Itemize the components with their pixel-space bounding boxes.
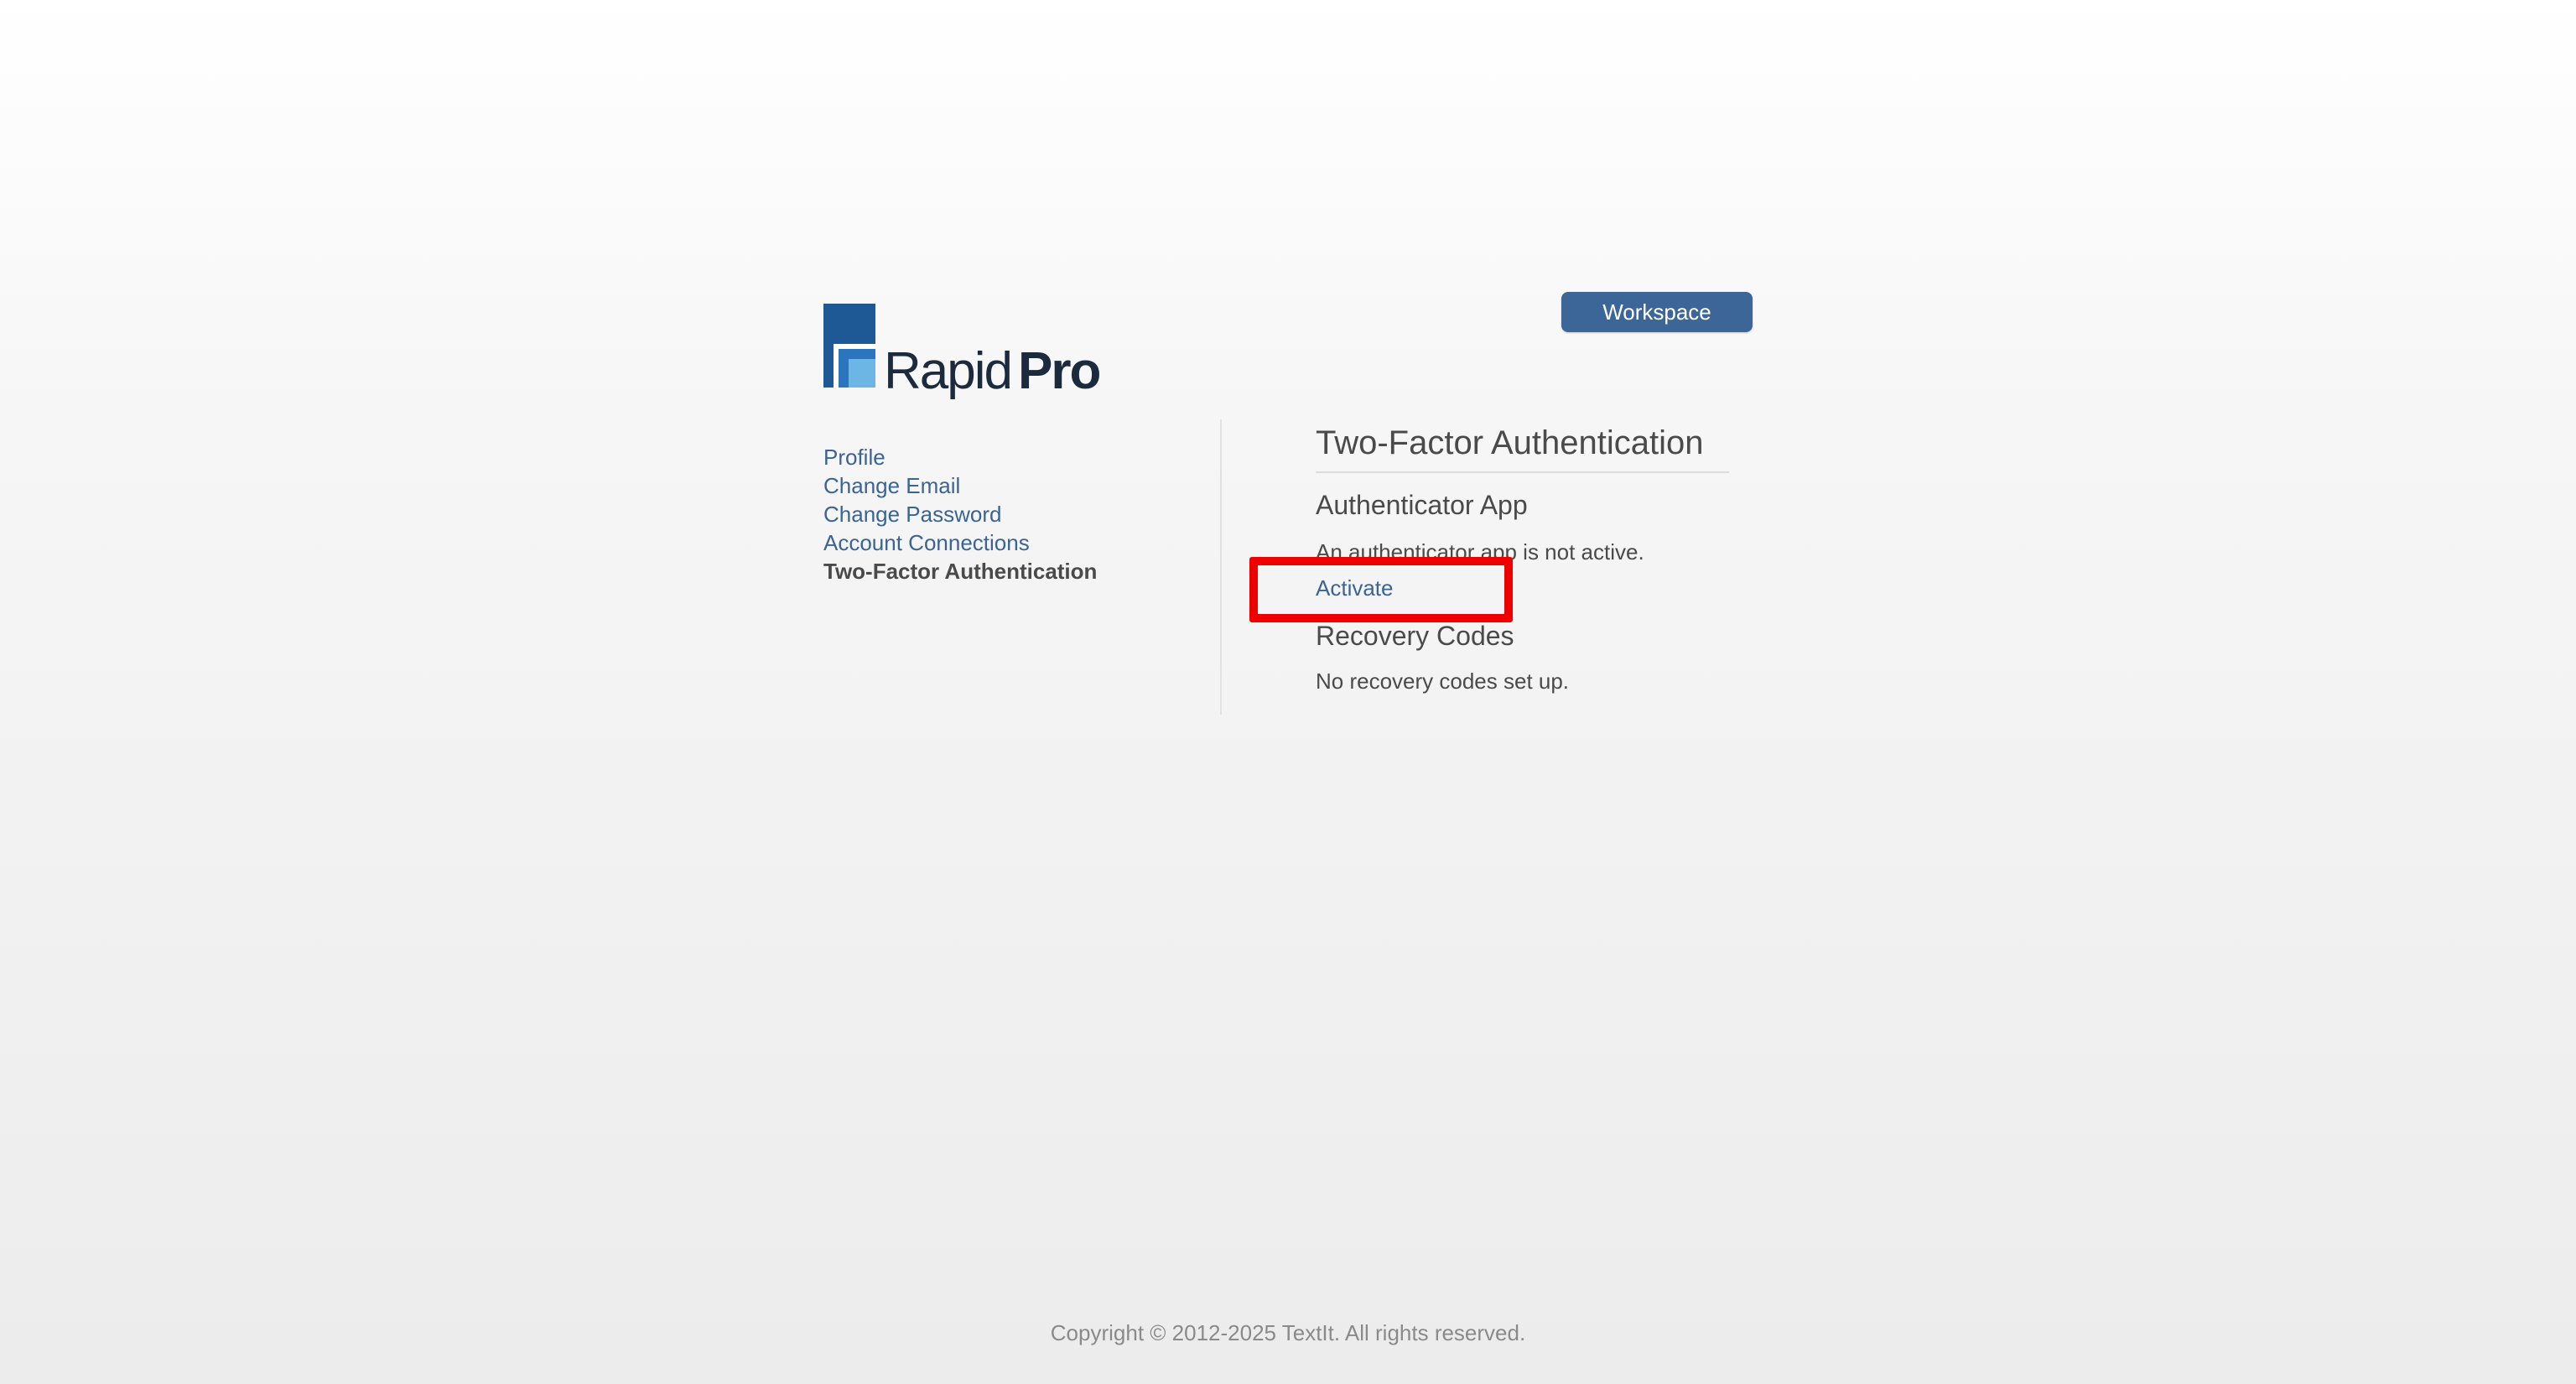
authenticator-heading: Authenticator App [1316,490,1528,520]
account-sidebar: Profile Change Email Change Password Acc… [823,443,1097,585]
recovery-codes-heading: Recovery Codes [1316,621,1514,651]
recovery-codes-status: No recovery codes set up. [1316,669,1570,694]
sidebar-item-change-email[interactable]: Change Email [823,471,1097,500]
logo-wordmark: Rapid Pro [884,346,1101,398]
sidebar-item-two-factor-authentication[interactable]: Two-Factor Authentication [823,557,1097,585]
title-divider [1316,471,1729,473]
logo-text-bold: Pro [1018,342,1101,400]
highlight-annotation-box [1249,557,1513,622]
sidebar-item-account-connections[interactable]: Account Connections [823,528,1097,557]
logo-text-regular: Rapid [884,342,1013,400]
footer-copyright: Copyright © 2012-2025 TextIt. All rights… [1050,1320,1526,1345]
sidebar-item-profile[interactable]: Profile [823,443,1097,471]
column-divider [1220,419,1222,715]
page-title: Two-Factor Authentication [1316,424,1704,461]
sidebar-item-change-password[interactable]: Change Password [823,500,1097,528]
rapidpro-logo[interactable]: Rapid Pro [823,304,1101,398]
workspace-button[interactable]: Workspace [1561,292,1753,332]
logo-mark-icon [823,304,875,388]
